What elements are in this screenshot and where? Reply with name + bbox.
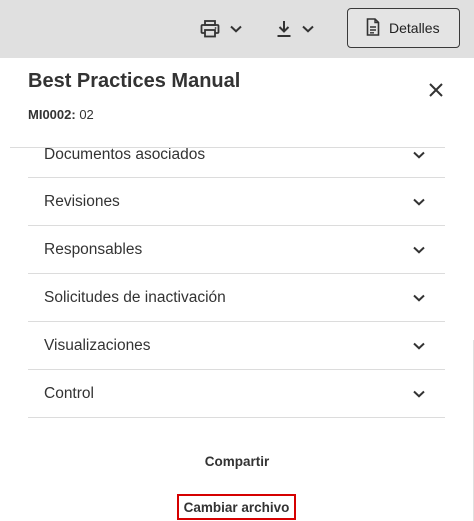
section-label: Responsables <box>44 240 143 258</box>
section-documentos-asociados[interactable]: Documentos asociados <box>28 130 445 178</box>
print-menu-button[interactable] <box>200 14 242 44</box>
section-label: Revisiones <box>44 192 120 210</box>
content-divider <box>10 147 445 148</box>
details-button[interactable]: Detalles <box>347 8 460 48</box>
section-label: Visualizaciones <box>44 336 151 354</box>
chevron-down-icon <box>413 246 425 254</box>
document-code-value: 02 <box>79 107 94 122</box>
chevron-down-icon <box>230 25 242 33</box>
section-label: Solicitudes de inactivación <box>44 288 226 306</box>
chevron-down-icon <box>302 25 314 33</box>
share-button[interactable]: Compartir <box>0 454 474 469</box>
details-label: Detalles <box>389 20 440 36</box>
chevron-down-icon <box>413 294 425 302</box>
section-control[interactable]: Control <box>28 370 445 418</box>
download-icon <box>276 20 292 38</box>
section-responsables[interactable]: Responsables <box>28 226 445 274</box>
top-toolbar: Detalles <box>0 0 474 58</box>
section-solicitudes-inactivacion[interactable]: Solicitudes de inactivación <box>28 274 445 322</box>
document-code-label: MI0002: <box>28 107 76 122</box>
chevron-down-icon <box>413 390 425 398</box>
chevron-down-icon <box>413 342 425 350</box>
chevron-down-icon <box>413 151 425 159</box>
download-menu-button[interactable] <box>276 14 314 44</box>
document-title: Best Practices Manual <box>28 70 241 92</box>
close-button[interactable] <box>427 81 445 99</box>
change-file-button[interactable]: Cambiar archivo <box>177 494 296 520</box>
section-revisiones[interactable]: Revisiones <box>28 178 445 226</box>
chevron-down-icon <box>413 198 425 206</box>
sections-accordion: Documentos asociados Revisiones Responsa… <box>28 130 445 420</box>
document-icon <box>366 17 380 39</box>
section-label: Documentos asociados <box>44 146 206 163</box>
section-visualizaciones[interactable]: Visualizaciones <box>28 322 445 370</box>
close-icon <box>427 83 445 103</box>
change-file-label: Cambiar archivo <box>183 499 290 515</box>
document-code: MI0002: 02 <box>28 107 94 122</box>
section-label: Control <box>44 384 94 402</box>
printer-icon <box>200 20 220 38</box>
